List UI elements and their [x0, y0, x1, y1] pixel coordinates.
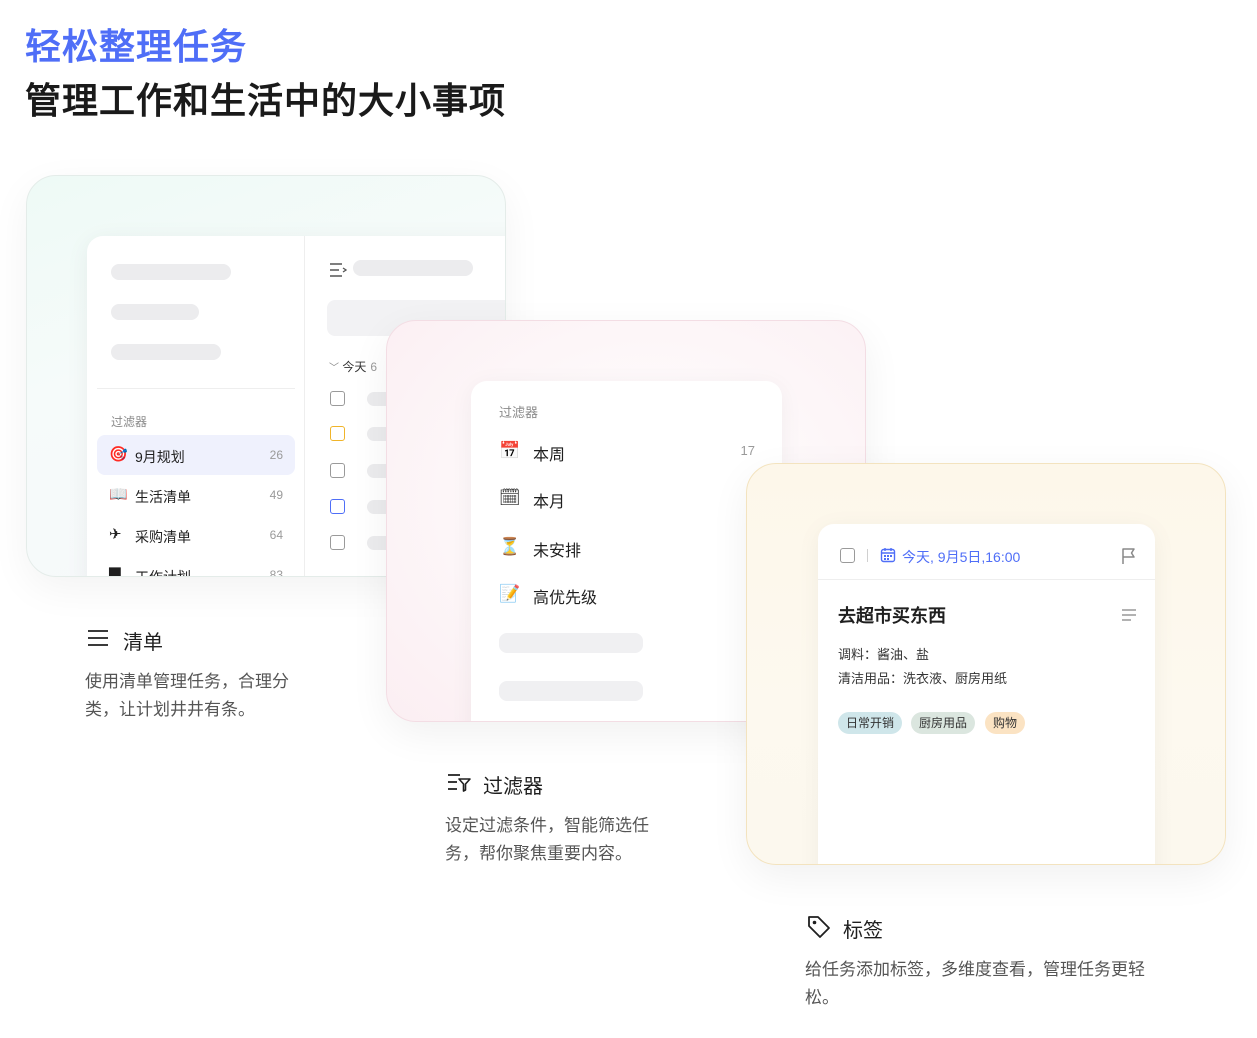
- task-title[interactable]: 去超市买东西: [838, 602, 946, 628]
- feature-title-filters: 过滤器: [483, 776, 543, 798]
- sidebar-item-count: 64: [269, 528, 283, 542]
- filter-item-label: 本周: [533, 447, 566, 464]
- filter-item-label: 高优先级: [533, 590, 598, 607]
- filter-item-count: 17: [740, 443, 755, 458]
- filter-icon: [448, 774, 471, 792]
- skeleton-line: [111, 304, 199, 320]
- today-label: 今天: [342, 360, 367, 374]
- tags-preview-card: 今天, 9月5日,16:00 去超市买东西 调料：酱油、盐 清洁用品：洗衣液、厨…: [746, 463, 1226, 865]
- calendar-pad-icon: 🗓: [499, 488, 521, 507]
- flag-icon[interactable]: [1121, 547, 1137, 565]
- chevron-down-icon: ﹀: [329, 363, 339, 374]
- task-due-date[interactable]: 今天, 9月5日,16:00: [902, 547, 1020, 567]
- airplane-icon: ✈: [109, 526, 122, 543]
- skeleton-line: [111, 264, 231, 280]
- today-group-header[interactable]: ﹀ 今天 6: [329, 358, 377, 375]
- list-icon: [88, 630, 108, 646]
- skeleton-line: [499, 633, 643, 653]
- feature-desc-filters: 设定过滤条件，智能筛选任 务，帮你聚焦重要内容。: [445, 812, 649, 868]
- filter-item-unscheduled[interactable]: ⏳ 未安排 3: [499, 533, 755, 563]
- task-checkbox[interactable]: [330, 499, 345, 514]
- filters-section-label: 过滤器: [499, 405, 539, 420]
- task-detail-panel: 今天, 9月5日,16:00 去超市买东西 调料：酱油、盐 清洁用品：洗衣液、厨…: [818, 524, 1155, 864]
- feature-desc-line: 给任务添加标签，多维度查看，管理任务更轻: [805, 960, 1145, 979]
- today-count: 6: [370, 360, 378, 374]
- sidebar-item-count: 49: [269, 488, 283, 502]
- feature-desc-line: 务，帮你聚焦重要内容。: [445, 844, 632, 863]
- feature-desc-lists: 使用清单管理任务，合理分 类，让计划井井有条。: [85, 668, 289, 724]
- lists-sidebar: 过滤器 🎯 9月规划 26 📖 生活清单 49 ✈ 采购清单 64 ▇ 工作计划…: [87, 236, 305, 577]
- task-checkbox[interactable]: [330, 463, 345, 478]
- filter-item-this-week[interactable]: 📅 本周 17: [499, 437, 755, 467]
- tag-icon: [808, 916, 830, 938]
- sidebar-item-life-list[interactable]: 📖 生活清单 49: [97, 475, 295, 515]
- feature-title-lists: 清单: [123, 632, 163, 654]
- book-icon: 📖: [109, 486, 128, 503]
- feature-desc-line: 使用清单管理任务，合理分: [85, 672, 289, 691]
- sidebar-section-label: 过滤器: [111, 415, 148, 429]
- task-detail-toolbar: 今天, 9月5日,16:00: [818, 524, 1155, 580]
- sidebar-item-work-plan[interactable]: ▇ 工作计划 83: [97, 555, 295, 577]
- filter-item-this-month[interactable]: 🗓 本月 5: [499, 484, 755, 514]
- menu-icon[interactable]: [329, 262, 347, 278]
- sidebar-item-label: 9月规划: [135, 449, 185, 465]
- memo-icon: 📝: [499, 584, 521, 603]
- skeleton-line: [353, 260, 473, 276]
- sidebar-item-purchase-list[interactable]: ✈ 采购清单 64: [97, 515, 295, 555]
- toolbar-divider: [867, 549, 868, 562]
- filter-item-label: 本月: [533, 494, 566, 511]
- filters-panel: 过滤器 📅 本周 17 🗓 本月 5 ⏳ 未安排 3 📝 高优先级 2: [471, 381, 782, 721]
- tag-shopping[interactable]: 购物: [985, 712, 1026, 734]
- hourglass-icon: ⏳: [499, 537, 521, 556]
- sidebar-item-september-plan[interactable]: 🎯 9月规划 26: [97, 435, 295, 475]
- feature-desc-tags: 给任务添加标签，多维度查看，管理任务更轻 松。: [805, 956, 1145, 1012]
- sidebar-item-label: 工作计划: [135, 569, 191, 577]
- feature-desc-line: 设定过滤条件，智能筛选任: [445, 816, 649, 835]
- task-description-line: 清洁用品：洗衣液、厨房用纸: [838, 671, 1008, 686]
- skeleton-line: [499, 681, 643, 701]
- feature-desc-line: 松。: [805, 988, 839, 1007]
- skeleton-line: [111, 344, 221, 360]
- task-checkbox[interactable]: [330, 535, 345, 550]
- task-checkbox[interactable]: [330, 391, 345, 406]
- feature-desc-line: 类，让计划井井有条。: [85, 700, 255, 719]
- sidebar-item-count: 26: [269, 448, 283, 462]
- sidebar-divider: [97, 388, 295, 389]
- sidebar-item-label: 采购清单: [135, 529, 191, 545]
- task-checkbox[interactable]: [330, 426, 345, 441]
- filter-item-high-priority[interactable]: 📝 高优先级 2: [499, 580, 755, 610]
- filter-item-label: 未安排: [533, 543, 582, 560]
- page-title: 轻松整理任务: [25, 26, 248, 67]
- description-icon: [1122, 609, 1136, 621]
- sidebar-item-count: 83: [269, 568, 283, 577]
- target-icon: 🎯: [109, 446, 128, 463]
- laptop-icon: ▇: [109, 566, 121, 577]
- sidebar-item-label: 生活清单: [135, 489, 191, 505]
- page-subtitle: 管理工作和生活中的大小事项: [25, 80, 507, 121]
- task-checkbox[interactable]: [840, 548, 855, 563]
- feature-title-tags: 标签: [843, 920, 883, 942]
- calendar-icon: 📅: [499, 441, 521, 460]
- calendar-icon: [880, 548, 896, 563]
- tag-kitchen-supplies[interactable]: 厨房用品: [911, 712, 976, 734]
- tag-daily-expenses[interactable]: 日常开销: [838, 712, 903, 734]
- task-description-line: 调料：酱油、盐: [838, 647, 930, 662]
